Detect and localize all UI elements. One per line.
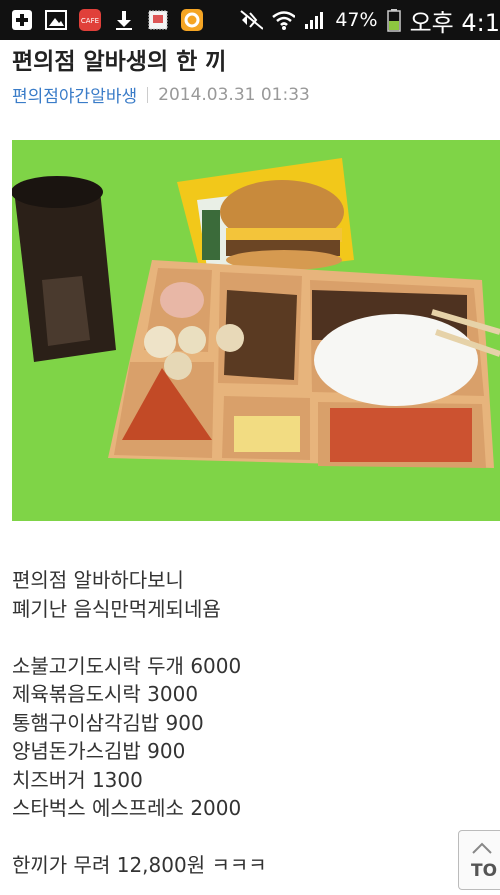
download-icon <box>112 8 136 32</box>
wifi-icon <box>271 8 296 32</box>
body-line: 제육볶음도시락 3000 <box>12 682 199 706</box>
post-body: 편의점 알바하다보니 폐기난 음식만먹게되네욤 소불고기도시락 두개 6000 … <box>12 566 267 880</box>
post-photo[interactable] <box>12 140 500 521</box>
lunch-tray <box>108 260 500 468</box>
body-line: 통햄구이삼각김밥 900 <box>12 710 204 735</box>
add-icon <box>10 8 34 32</box>
clock: 오후 4:1 <box>409 8 500 37</box>
cafe-app-icon: CAFE <box>78 8 102 32</box>
body-line: 치즈버거 1300 <box>12 767 143 792</box>
cafe-badge-text: CAFE <box>81 17 99 25</box>
burger <box>220 180 344 270</box>
body-line: 스타벅스 에스프레소 2000 <box>12 796 242 820</box>
mute-icon <box>239 8 264 32</box>
status-bar: CAFE 47% 오후 4:1 <box>0 0 500 40</box>
chevron-up-icon <box>471 837 493 857</box>
body-blank-line <box>12 823 267 852</box>
battery-icon <box>386 8 402 32</box>
system-status: 47% 오후 4:1 <box>239 0 500 40</box>
body-line: 소불고기도시락 두개 6000 <box>12 653 242 678</box>
post-date: 2014.03.31 01:33 <box>158 84 310 105</box>
body-blank-line <box>12 623 267 652</box>
battery-percent: 47% <box>335 9 378 31</box>
meta-divider <box>147 86 149 103</box>
meal-photo-illustration <box>12 140 500 521</box>
gallery-icon <box>44 8 68 32</box>
author-link[interactable]: 편의점야간알바생 <box>12 82 137 107</box>
body-line: 편의점 알바하다보니 <box>12 568 184 592</box>
signal-icon <box>303 8 327 32</box>
stamp-app-icon <box>146 8 170 32</box>
post-meta: 편의점야간알바생 2014.03.31 01:33 <box>12 82 310 108</box>
scroll-top-button[interactable]: TO <box>458 830 500 890</box>
body-line: 폐기난 음식만먹게되네욤 <box>12 596 221 621</box>
notification-icons: CAFE <box>10 8 204 32</box>
body-line: 한끼가 무려 12,800원 ㅋㅋㅋ <box>12 853 267 877</box>
body-line: 양념돈가스김밥 900 <box>12 739 186 763</box>
scroll-top-label: TO <box>471 861 498 881</box>
circle-app-icon <box>180 8 204 32</box>
post-title: 편의점 알바생의 한 끼 <box>12 49 227 75</box>
